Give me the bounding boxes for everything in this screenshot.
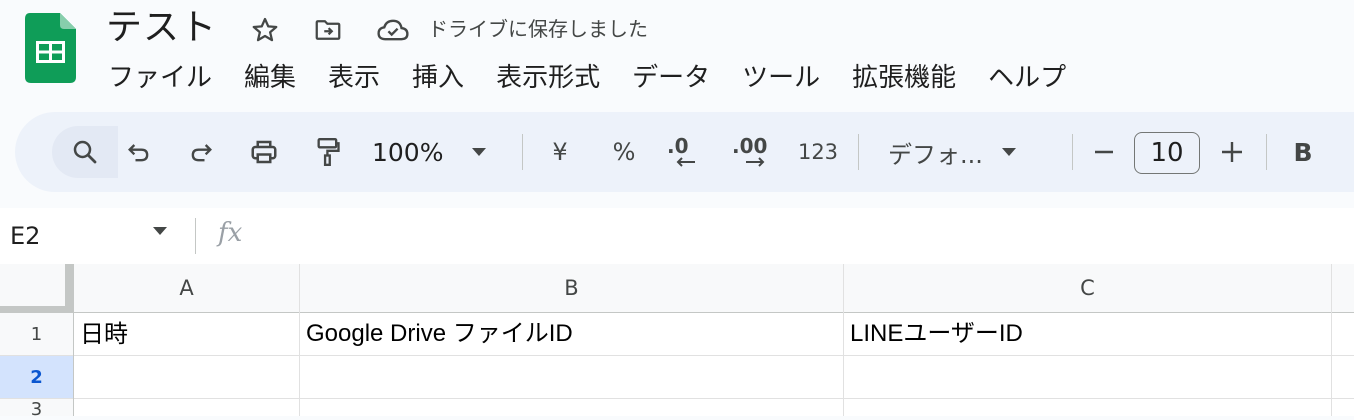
menu-edit[interactable]: 編集 <box>228 58 312 98</box>
spreadsheet-grid: A B C 1 2 3 日時 Google Drive ファイルID LINEユ… <box>0 264 1354 420</box>
menu-view[interactable]: 表示 <box>312 58 396 98</box>
star-icon[interactable] <box>248 13 282 47</box>
print-icon <box>251 140 277 164</box>
zoom-select[interactable]: 100% <box>372 132 492 172</box>
zoom-value: 100% <box>372 137 444 167</box>
menu-extensions[interactable]: 拡張機能 <box>836 58 972 98</box>
formula-input[interactable] <box>260 218 1340 254</box>
grid-line <box>0 398 1354 399</box>
redo-icon <box>191 144 212 162</box>
undo-button[interactable] <box>119 132 159 172</box>
arrow-left-icon <box>676 157 695 167</box>
plus-icon <box>1222 142 1242 162</box>
formula-bar: E2 fx <box>0 208 1354 264</box>
move-to-folder-icon[interactable] <box>311 13 345 47</box>
increase-font-size-button[interactable] <box>1217 132 1247 172</box>
toolbar-divider <box>1072 134 1073 170</box>
fx-icon: fx <box>218 218 243 248</box>
toolbar-divider <box>522 134 523 170</box>
column-header-a[interactable]: A <box>74 264 299 312</box>
bold-label: B <box>1293 137 1313 167</box>
chevron-down-icon <box>1001 148 1016 156</box>
search-icon <box>73 140 97 164</box>
cloud-saved-icon[interactable] <box>376 13 410 47</box>
font-size-input[interactable]: 10 <box>1134 132 1200 174</box>
more-formats-button[interactable]: 123 <box>798 132 838 172</box>
undo-icon <box>128 144 149 162</box>
currency-label: ¥ <box>552 138 568 166</box>
decrease-font-size-button[interactable] <box>1089 132 1119 172</box>
font-select[interactable]: デフォ... <box>888 132 1048 172</box>
print-button[interactable] <box>244 132 284 172</box>
more-formats-label: 123 <box>797 140 839 164</box>
grid-line <box>73 264 74 416</box>
search-menus-button[interactable] <box>52 126 118 178</box>
percent-format-button[interactable]: % <box>609 132 639 172</box>
grid-line <box>0 355 1354 356</box>
cell-c1[interactable]: LINEユーザーID <box>850 313 1328 355</box>
decrease-decimal-label: .0 <box>667 134 689 158</box>
column-header-c[interactable]: C <box>844 264 1331 312</box>
row-header-3[interactable]: 3 <box>0 399 73 420</box>
font-name: デフォ... <box>888 140 983 169</box>
cell-a1[interactable]: 日時 <box>80 313 295 355</box>
menu-file[interactable]: ファイル <box>92 58 228 98</box>
cell-b1[interactable]: Google Drive ファイルID <box>306 313 839 355</box>
app-header: テスト ドライブに保存しました ファイル 編集 表示 挿入 表示形式 データ ツ… <box>0 0 1354 112</box>
menu-bar: ファイル 編集 表示 挿入 表示形式 データ ツール 拡張機能 ヘルプ <box>92 56 1082 100</box>
name-box[interactable]: E2 <box>10 220 40 252</box>
column-header-b[interactable]: B <box>300 264 843 312</box>
toolbar-divider <box>1266 134 1267 170</box>
formula-bar-divider <box>195 218 196 254</box>
paint-format-button[interactable] <box>308 132 348 172</box>
menu-format[interactable]: 表示形式 <box>480 58 616 98</box>
sheets-logo-icon[interactable] <box>25 13 76 87</box>
grid-line <box>1331 264 1332 416</box>
toolbar: 100% ¥ % .0 .00 123 デフォ... 10 B <box>15 112 1354 192</box>
grid-line <box>299 264 300 416</box>
save-status-text: ドライブに保存しました <box>428 17 648 41</box>
menu-data[interactable]: データ <box>616 58 726 98</box>
select-all-corner[interactable] <box>0 264 73 312</box>
arrow-right-icon <box>746 157 765 167</box>
percent-label: % <box>612 138 636 166</box>
bold-button[interactable]: B <box>1288 132 1318 172</box>
frozen-column-handle[interactable] <box>65 264 73 312</box>
increase-decimal-label: .00 <box>732 134 768 158</box>
column-header-d[interactable] <box>1332 264 1354 312</box>
row-header-1[interactable]: 1 <box>0 313 73 355</box>
decrease-decimal-button[interactable]: .0 <box>667 132 707 172</box>
document-title[interactable]: テスト <box>106 6 217 50</box>
currency-format-button[interactable]: ¥ <box>545 132 575 172</box>
toolbar-divider <box>858 134 859 170</box>
menu-tools[interactable]: ツール <box>726 58 836 98</box>
menu-insert[interactable]: 挿入 <box>396 58 480 98</box>
redo-button[interactable] <box>181 132 221 172</box>
chevron-down-icon[interactable] <box>152 226 168 236</box>
minus-icon <box>1095 150 1113 154</box>
menu-help[interactable]: ヘルプ <box>972 58 1082 98</box>
row-header-2[interactable]: 2 <box>0 356 73 398</box>
grid-line <box>843 264 844 416</box>
chevron-down-icon <box>472 148 487 156</box>
increase-decimal-button[interactable]: .00 <box>732 132 778 172</box>
paint-format-icon <box>317 138 340 167</box>
